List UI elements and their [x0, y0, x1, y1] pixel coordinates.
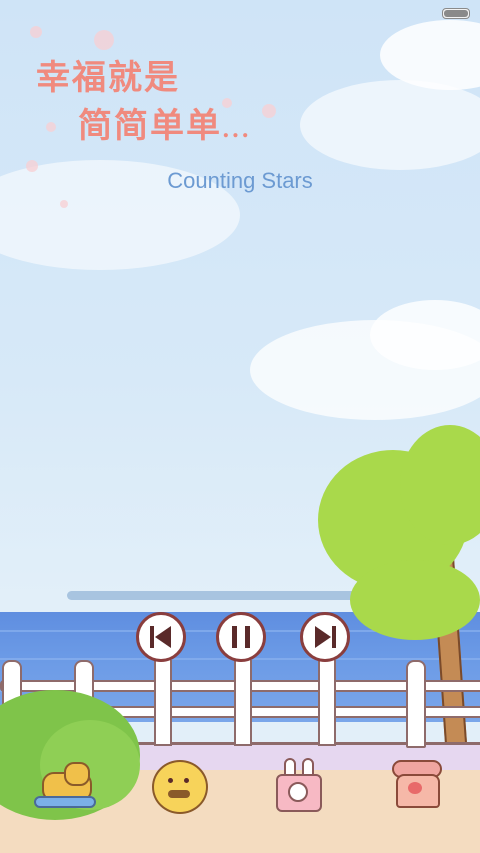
- cloud: [300, 80, 480, 170]
- fence-post: [406, 660, 426, 748]
- fence-post: [318, 660, 336, 746]
- play-pause-button[interactable]: [216, 612, 266, 662]
- blossom-decoration: [94, 30, 114, 50]
- pause-icon: [232, 626, 237, 648]
- blossom-decoration: [60, 200, 68, 208]
- wallpaper-slogan-line2: 简简单单...: [78, 98, 251, 147]
- skip-next-icon: [332, 626, 336, 648]
- lock-screen: 幸福就是 简简单单... Counting Stars: [0, 0, 480, 853]
- pause-icon: [245, 626, 250, 648]
- previous-track-button[interactable]: [136, 612, 186, 662]
- skip-next-icon: [315, 626, 331, 648]
- bunny-camera-icon: [274, 758, 324, 812]
- battery-level: [444, 10, 468, 17]
- wallpaper-slogan-line1: 幸福就是: [36, 58, 180, 98]
- horse-icon: [34, 762, 96, 808]
- skip-previous-icon: [155, 626, 171, 648]
- wallpaper-slogan-line2-text: 简简单单: [78, 106, 222, 146]
- blossom-decoration: [30, 26, 42, 38]
- fence-post: [154, 660, 172, 746]
- blossom-decoration: [46, 122, 56, 132]
- mustache-face-icon: [152, 760, 208, 816]
- next-track-button[interactable]: [300, 612, 350, 662]
- wallpaper-slogan-ellipsis: ...: [222, 117, 251, 143]
- battery-icon: [442, 8, 470, 19]
- fence-post: [234, 660, 252, 746]
- tree-crown: [350, 560, 480, 640]
- skip-previous-icon: [150, 626, 154, 648]
- song-title: Counting Stars: [167, 168, 313, 193]
- blossom-decoration: [262, 104, 276, 118]
- telephone-icon: [388, 760, 444, 812]
